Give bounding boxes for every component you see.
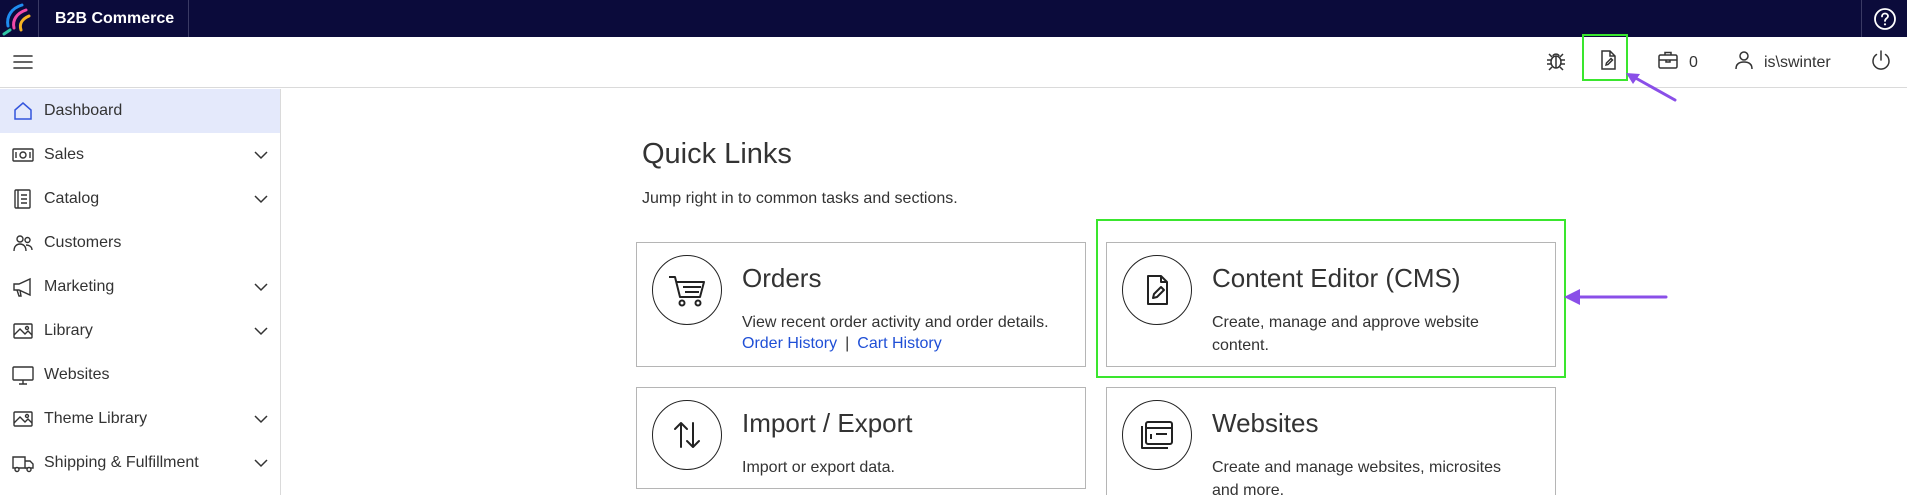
cart-history-link[interactable]: Cart History	[857, 335, 941, 352]
chevron-down-icon[interactable]	[252, 410, 270, 428]
bug-icon	[1544, 48, 1568, 77]
home-icon	[12, 100, 34, 122]
sidebar-item-label: Shipping & Fulfillment	[44, 454, 199, 471]
debug-button[interactable]	[1544, 37, 1568, 88]
quick-link-card-orders[interactable]: Orders View recent order activity and or…	[636, 242, 1086, 367]
sidebar-item-theme-library[interactable]: Theme Library	[0, 397, 280, 441]
content-editor-card-highlight	[1096, 219, 1566, 378]
link-separator: |	[845, 335, 850, 352]
sidebar-item-label: Catalog	[44, 190, 100, 207]
top-bar: B2B Commerce	[0, 0, 1907, 37]
sidebar-item-dashboard[interactable]: Dashboard	[0, 89, 280, 133]
page-title: Quick Links	[642, 138, 792, 170]
sidebar-item-shipping[interactable]: Shipping & Fulfillment	[0, 441, 280, 485]
user-menu-button[interactable]: is\swinter	[1732, 37, 1831, 88]
card-title: Websites	[1212, 408, 1319, 438]
sidebar: Dashboard Sales Catalog Customers Market…	[0, 89, 281, 495]
sidebar-item-websites[interactable]: Websites	[0, 353, 280, 397]
chevron-down-icon[interactable]	[252, 322, 270, 340]
sidebar-item-library[interactable]: Library	[0, 309, 280, 353]
cart-count: 0	[1689, 53, 1698, 71]
power-icon	[1869, 48, 1893, 77]
browser-windows-icon	[1122, 400, 1192, 470]
chevron-down-icon[interactable]	[252, 190, 270, 208]
money-icon	[12, 144, 34, 166]
sidebar-item-label: Theme Library	[44, 410, 148, 427]
user-icon	[1732, 48, 1756, 77]
chevron-down-icon[interactable]	[252, 146, 270, 164]
truck-icon	[12, 452, 34, 474]
catalog-icon	[12, 188, 34, 210]
sign-out-button[interactable]	[1869, 37, 1893, 88]
sidebar-item-marketing[interactable]: Marketing	[0, 265, 280, 309]
image-icon	[12, 408, 34, 430]
chevron-down-icon[interactable]	[252, 454, 270, 472]
brand-name[interactable]: B2B Commerce	[38, 0, 190, 37]
cart-icon	[652, 255, 722, 325]
sidebar-item-label: Sales	[44, 146, 85, 163]
card-description: View recent order activity and order det…	[742, 314, 1049, 331]
order-history-link[interactable]: Order History	[742, 335, 837, 352]
page-subtitle: Jump right in to common tasks and sectio…	[642, 190, 958, 207]
sidebar-item-label: Websites	[44, 366, 110, 383]
sidebar-item-label: Marketing	[44, 278, 115, 295]
card-title: Import / Export	[742, 408, 913, 438]
quick-link-card-import-export[interactable]: Import / Export Import or export data.	[636, 387, 1086, 489]
sidebar-item-label: Library	[44, 322, 93, 339]
card-description: Import or export data.	[742, 459, 895, 476]
quick-link-card-websites[interactable]: Websites Create and manage websites, mic…	[1106, 387, 1556, 495]
sidebar-item-label: Dashboard	[44, 102, 123, 119]
card-title: Orders	[742, 263, 822, 293]
sidebar-item-label: Customers	[44, 234, 122, 251]
chevron-down-icon[interactable]	[252, 278, 270, 296]
people-icon	[12, 232, 34, 254]
sidebar-item-catalog[interactable]: Catalog	[0, 177, 280, 221]
help-icon[interactable]	[1861, 0, 1907, 37]
sidebar-item-sales[interactable]: Sales	[0, 133, 280, 177]
arrow-annotation-header	[1626, 73, 1677, 102]
megaphone-icon	[12, 276, 34, 298]
hamburger-menu-icon[interactable]	[12, 51, 34, 73]
card-links: Order History | Cart History	[742, 335, 942, 353]
logo-icon[interactable]	[0, 0, 38, 37]
image-icon	[12, 320, 34, 342]
arrow-annotation-card	[1564, 289, 1668, 305]
user-name: is\swinter	[1764, 53, 1831, 71]
monitor-icon	[12, 364, 34, 386]
up-down-arrows-icon	[652, 400, 722, 470]
sidebar-item-customers[interactable]: Customers	[0, 221, 280, 265]
card-description: Create and manage websites, microsites a…	[1212, 459, 1502, 495]
